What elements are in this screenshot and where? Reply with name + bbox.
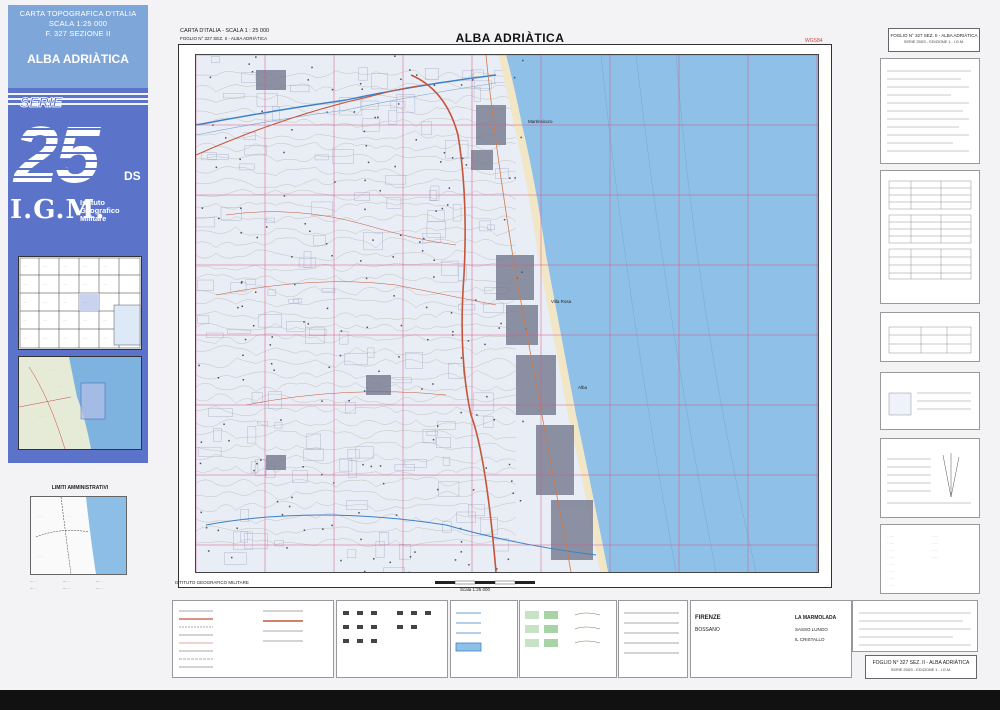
cover-line-2: SCALA 1:25 000 xyxy=(48,19,108,28)
svg-text:····: ···· xyxy=(103,318,107,322)
legend-block-1 xyxy=(172,600,334,678)
svg-text:····: ···· xyxy=(63,282,67,286)
svg-text:· ·: · · xyxy=(59,384,62,388)
limits-title: LIMITI AMMINISTRATIVI xyxy=(51,485,109,491)
svg-text:····: ···· xyxy=(43,264,47,268)
right-subtitle: SERIE 25DS - EDIZIONE 1 - I.G.M. xyxy=(903,40,965,44)
right-title-box: FOGLIO N° 327 SEZ. II - ALBA ADRIÀTICA S… xyxy=(888,28,980,52)
svg-text:····: ···· xyxy=(43,282,47,286)
institute-label: ISTITUTO GEOGRAFICO MILITARE xyxy=(175,580,249,585)
scale-text: Scala 1:25 000 xyxy=(460,587,491,592)
svg-text:····: ···· xyxy=(23,318,27,322)
legend-block-4 xyxy=(519,600,617,678)
svg-text:· ·····: · ····· xyxy=(887,583,894,587)
svg-text:····: ···· xyxy=(43,300,47,304)
limits-legend: — ·· · — ·· · — ·· · — ·· · — ·· · — ·· · xyxy=(28,576,138,596)
legend-block-3 xyxy=(450,600,518,678)
svg-text:····: ···· xyxy=(23,300,27,304)
serie-number: 25 xyxy=(12,110,101,192)
svg-text:— ·· ·: — ·· · xyxy=(63,579,71,583)
serie-word: SERIE xyxy=(20,94,63,110)
toponymy-block: FIRENZE BOSSANO LA MARMOLADA SASSO LUNGO… xyxy=(690,600,852,678)
label-alba: Alba xyxy=(578,385,588,390)
svg-text:····: ···· xyxy=(63,336,67,340)
legend-block-2 xyxy=(336,600,448,678)
serie-suffix: DS xyxy=(124,169,141,183)
svg-text:· ·····: · ····· xyxy=(931,548,938,552)
svg-text:· ·····: · ····· xyxy=(931,534,938,538)
svg-text:— ·· ·: — ·· · xyxy=(30,586,38,590)
svg-text:····: ···· xyxy=(83,300,87,304)
svg-text:· ·····: · ····· xyxy=(931,541,938,545)
svg-text:····: ···· xyxy=(23,264,27,268)
svg-text:· · · ·: · · · · xyxy=(37,514,44,518)
toponym-firenze: FIRENZE xyxy=(695,615,721,621)
svg-text:· ·····: · ····· xyxy=(887,576,894,580)
svg-text:····: ···· xyxy=(83,282,87,286)
toponym-bossano: BOSSANO xyxy=(695,627,720,633)
abbreviations-panel: · ····· · ····· · ····· · ····· · ····· · ··… xyxy=(880,524,980,594)
compilation-panel xyxy=(852,600,978,652)
bottom-title-box: FOGLIO N° 327 SEZ. II - ALBA ADRIÀTICA S… xyxy=(865,655,977,679)
legend-block-5 xyxy=(618,600,688,678)
svg-text:····: ···· xyxy=(43,336,47,340)
svg-text:· · ·: · · · xyxy=(49,368,54,372)
serie-badge: SERIE 25 DS xyxy=(8,90,148,199)
transform-panel xyxy=(880,312,980,362)
cover-header: CARTA TOPOGRAFICA D'ITALIA SCALA 1:25 00… xyxy=(8,5,148,88)
header-left-line-2: FOGLIO N° 327 SEZ. II - ALBA ADRIÀTICA xyxy=(180,36,268,41)
svg-text:· ·····: · ····· xyxy=(931,555,938,559)
svg-text:····: ···· xyxy=(103,336,107,340)
svg-text:····: ···· xyxy=(103,264,107,268)
svg-text:· ·····: · ····· xyxy=(887,548,894,552)
svg-text:— ·· ·: — ·· · xyxy=(30,579,38,583)
svg-text:····: ···· xyxy=(23,282,27,286)
right-title: FOGLIO N° 327 SEZ. II - ALBA ADRIÀTICA xyxy=(890,33,978,38)
svg-text:····: ···· xyxy=(103,282,107,286)
svg-text:····: ···· xyxy=(23,336,27,340)
svg-text:· ·····: · ····· xyxy=(887,562,894,566)
notes-panel xyxy=(880,58,980,164)
coordinates-table xyxy=(880,170,980,304)
svg-text:····: ···· xyxy=(43,318,47,322)
topographic-map[interactable]: Martinsicuro Villa Rosa Alba xyxy=(195,54,819,573)
sheet-title: ALBA ADRIÀTICA xyxy=(455,31,565,45)
label-martinsicuro: Martinsicuro xyxy=(528,119,553,124)
svg-text:· ·····: · ····· xyxy=(887,569,894,573)
cover-line-3: F. 327 SEZIONE II xyxy=(45,29,111,38)
svg-text:····: ···· xyxy=(83,318,87,322)
header-left-line-1: CARTA D'ITALIA - SCALA 1 : 25 000 xyxy=(180,28,270,34)
svg-text:— ·· ·: — ·· · xyxy=(63,586,71,590)
svg-text:· ·····: · ····· xyxy=(887,555,894,559)
svg-text:— ·· ·: — ·· · xyxy=(96,579,104,583)
overview-inset-map: · · · · · · · · xyxy=(18,356,142,450)
cover-line-1: CARTA TOPOGRAFICA D'ITALIA xyxy=(19,9,137,18)
svg-text:· · · ·: · · · · xyxy=(37,554,44,558)
svg-text:· · ·: · · · xyxy=(67,514,72,518)
svg-text:····: ···· xyxy=(63,300,67,304)
svg-text:· · ·: · · · xyxy=(39,414,44,418)
svg-text:····: ···· xyxy=(83,336,87,340)
sheet-index-grid: ···· ···· ···· ···· ···· ···· ···· ···· ···· ·… xyxy=(18,256,142,350)
toponym-sasso-lungo: SASSO LUNGO xyxy=(795,627,828,632)
svg-text:— ·· ·: — ·· · xyxy=(96,586,104,590)
svg-text:····: ···· xyxy=(63,264,67,268)
svg-text:····: ···· xyxy=(63,318,67,322)
reference-point-panel xyxy=(880,372,980,430)
svg-text:····: ···· xyxy=(83,264,87,268)
toponym-cristallo: IL CRISTALLO xyxy=(795,637,825,642)
label-villa-rosa: Villa Rosa xyxy=(551,299,572,304)
svg-text:· ·····: · ····· xyxy=(887,534,894,538)
scale-bar: Scala 1:25 000 xyxy=(425,579,575,593)
bottom-title: FOGLIO N° 327 SEZ. II - ALBA ADRIÀTICA xyxy=(872,660,970,666)
svg-text:· ·····: · ····· xyxy=(887,541,894,545)
bottom-subtitle: SERIE 25DS - EDIZIONE 1 - I.G.M. xyxy=(890,668,952,672)
toponym-marmolada: LA MARMOLADA xyxy=(795,615,837,621)
limits-map: · · · · · · · · · · · xyxy=(30,496,127,575)
declination-panel xyxy=(880,438,980,518)
igm-word-3: Militare xyxy=(80,214,107,223)
cover-sheet-name: ALBA ADRIÀTICA xyxy=(27,52,129,66)
